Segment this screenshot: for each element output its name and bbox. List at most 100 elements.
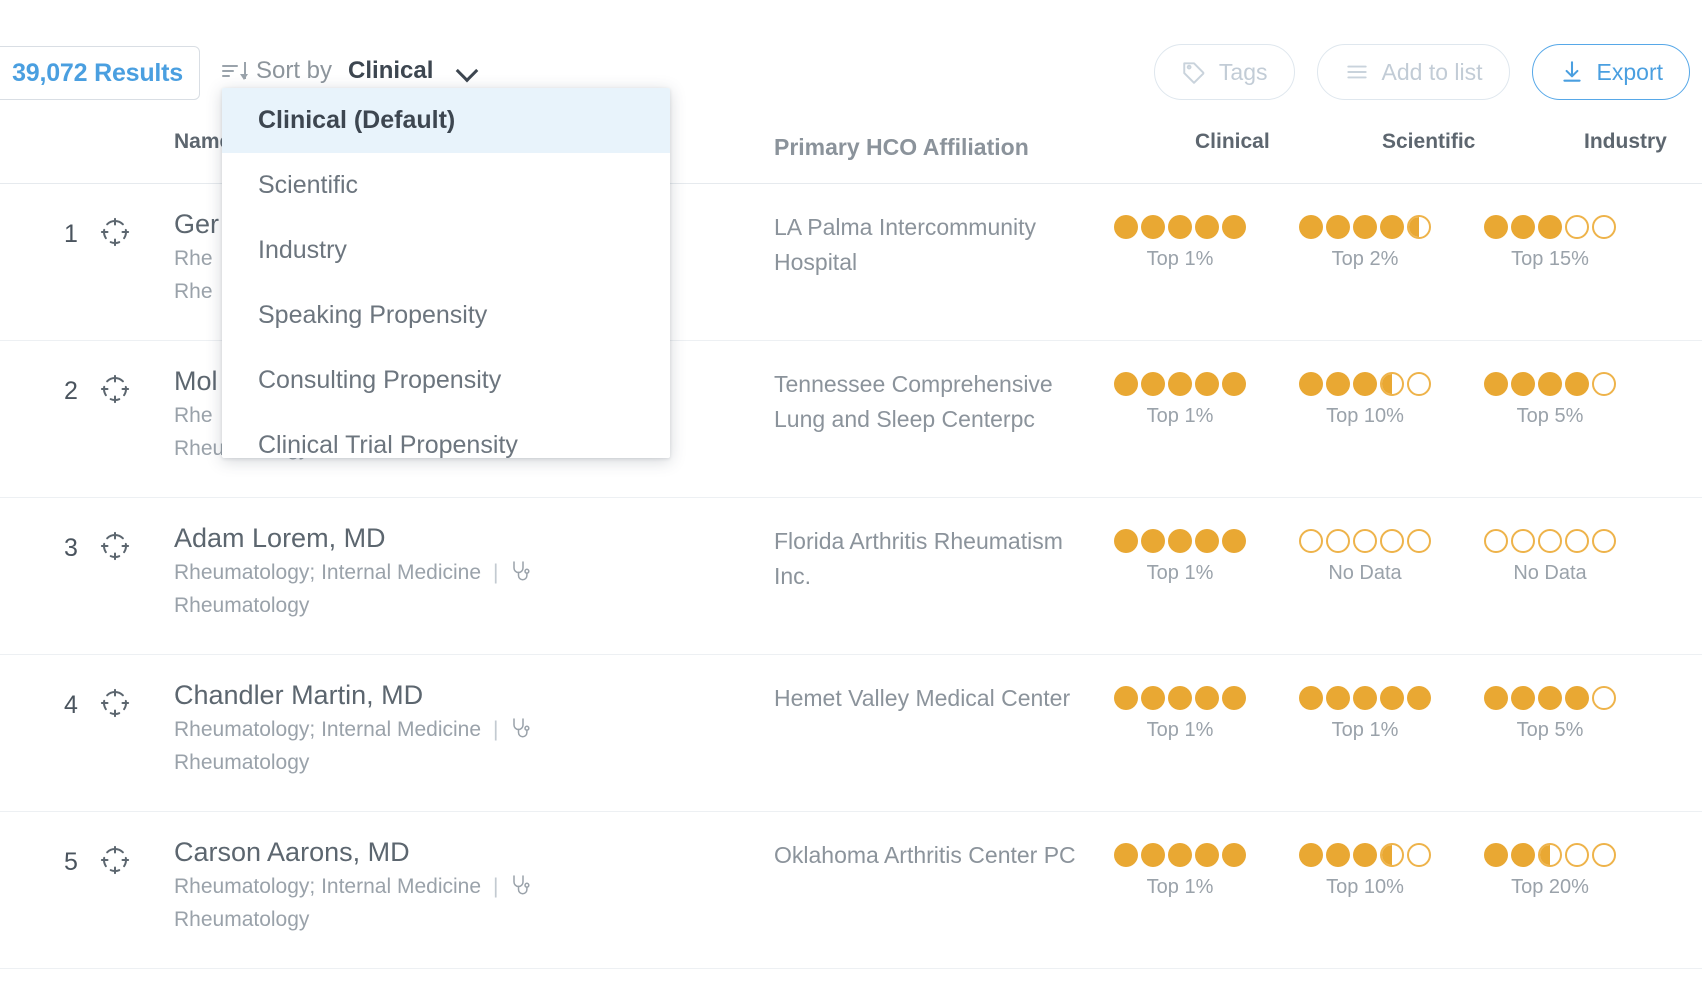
rating-dot (1168, 372, 1192, 396)
specialty-text: Rhe (174, 404, 213, 427)
target-icon[interactable] (100, 217, 130, 247)
export-button-label: Export (1596, 58, 1663, 85)
person-specialty-secondary: Rheumatology (174, 908, 310, 931)
rating-dot (1353, 372, 1377, 396)
column-header-hco[interactable]: Primary HCO Affiliation (774, 130, 1104, 165)
score-label-scientific: Top 10% (1326, 405, 1404, 427)
rating-dot (1592, 529, 1616, 553)
person-name[interactable]: Adam Lorem, MD (174, 520, 694, 556)
row-rank: 2 (64, 377, 78, 405)
sort-by-label: Sort by (256, 57, 333, 84)
rating-dot (1538, 215, 1562, 239)
target-icon[interactable] (100, 845, 130, 875)
rating-dot (1484, 215, 1508, 239)
hco-affiliation[interactable]: Oklahoma Arthritis Center PC (774, 838, 1104, 873)
rating-dots-scientific (1265, 685, 1465, 711)
add-to-list-button[interactable]: Add to list (1316, 44, 1510, 100)
rating-dot (1538, 686, 1562, 710)
sort-option-consulting-propensity[interactable]: Consulting Propensity (222, 348, 670, 413)
rating-dot (1407, 686, 1431, 710)
rating-dot (1380, 529, 1404, 553)
tags-button[interactable]: Tags (1153, 44, 1295, 100)
score-scientific: No Data (1265, 528, 1465, 585)
column-header-industry[interactable]: Industry (1584, 130, 1667, 154)
rating-dots-scientific (1265, 842, 1465, 868)
sort-by-control[interactable]: Sort by Clinical (222, 52, 479, 90)
person-name[interactable]: Chandler Martin, MD (174, 677, 694, 713)
rating-dot (1592, 843, 1616, 867)
score-industry: Top 15% (1450, 214, 1650, 271)
rating-dot (1326, 843, 1350, 867)
hco-affiliation[interactable]: Florida Arthritis Rheumatism Inc. (774, 524, 1104, 594)
rating-dot (1565, 843, 1589, 867)
column-header-clinical[interactable]: Clinical (1195, 130, 1270, 154)
rating-dot (1565, 372, 1589, 396)
sort-descending-icon (222, 61, 248, 81)
score-label-clinical: Top 1% (1146, 405, 1214, 427)
rating-dot (1538, 529, 1562, 553)
score-label-scientific: Top 1% (1331, 719, 1399, 741)
score-label-industry: Top 5% (1516, 405, 1584, 427)
sort-option-speaking-propensity[interactable]: Speaking Propensity (222, 283, 670, 348)
table-row[interactable]: 3 Adam Lorem, MD Rheumatology; Internal Me… (0, 498, 1702, 655)
rating-dot (1168, 529, 1192, 553)
rating-dots-clinical (1080, 685, 1280, 711)
target-icon[interactable] (100, 688, 130, 718)
rating-dot (1222, 686, 1246, 710)
score-scientific: Top 2% (1265, 214, 1465, 271)
rating-dot (1592, 215, 1616, 239)
rating-dot (1114, 215, 1138, 239)
target-icon[interactable] (100, 374, 130, 404)
list-icon (1344, 59, 1370, 85)
score-scientific: Top 10% (1265, 371, 1465, 428)
rating-dot (1299, 372, 1323, 396)
sort-by-dropdown-menu[interactable]: Clinical (Default) Scientific Industry Spea… (222, 88, 670, 458)
score-clinical: Top 1% (1080, 842, 1280, 899)
add-to-list-button-label: Add to list (1381, 58, 1483, 85)
column-header-scientific[interactable]: Scientific (1382, 130, 1475, 154)
rating-dots-industry (1450, 842, 1650, 868)
hco-affiliation[interactable]: Hemet Valley Medical Center (774, 681, 1104, 716)
hco-affiliation[interactable]: LA Palma Intercommunity Hospital (774, 210, 1104, 280)
rating-dot (1141, 686, 1165, 710)
sort-option-clinical-trial-propensity[interactable]: Clinical Trial Propensity (222, 413, 670, 458)
rating-dot (1407, 372, 1431, 396)
rating-dot (1407, 843, 1431, 867)
score-label-clinical: Top 1% (1146, 876, 1214, 898)
rating-dot (1353, 686, 1377, 710)
rating-dot (1195, 529, 1219, 553)
rating-dots-scientific (1265, 528, 1465, 554)
rating-dots-clinical (1080, 842, 1280, 868)
download-icon (1559, 59, 1585, 85)
person-cell: Chandler Martin, MD Rheumatology; Interna… (174, 677, 694, 779)
score-scientific: Top 1% (1265, 685, 1465, 742)
table-row[interactable]: 4 Chandler Martin, MD Rheumatology; Intern… (0, 655, 1702, 812)
sort-option-industry[interactable]: Industry (222, 218, 670, 283)
rating-dot (1511, 372, 1535, 396)
table-row[interactable]: 5 Carson Aarons, MD Rheumatology; Internal… (0, 812, 1702, 969)
score-clinical: Top 1% (1080, 214, 1280, 271)
sort-option-scientific[interactable]: Scientific (222, 153, 670, 218)
score-industry: Top 20% (1450, 842, 1650, 899)
export-button[interactable]: Export (1531, 44, 1690, 100)
rating-dot (1114, 529, 1138, 553)
score-label-industry: Top 20% (1511, 876, 1589, 898)
rating-dots-clinical (1080, 214, 1280, 240)
person-specialty-secondary: Rheumatology (174, 751, 310, 774)
rating-dot (1222, 843, 1246, 867)
row-rank: 4 (64, 691, 78, 719)
rating-dot (1511, 686, 1535, 710)
score-clinical: Top 1% (1080, 685, 1280, 742)
hco-affiliation[interactable]: Tennessee Comprehensive Lung and Sleep C… (774, 367, 1104, 437)
rating-dot (1222, 529, 1246, 553)
rating-dot (1168, 215, 1192, 239)
chevron-down-icon[interactable] (457, 60, 479, 82)
person-specialty: Rheumatology; Internal Medicine | (174, 870, 694, 903)
person-name[interactable]: Carson Aarons, MD (174, 834, 694, 870)
rating-dot (1538, 843, 1562, 867)
specialty-separator: | (493, 718, 499, 741)
rating-dots-clinical (1080, 371, 1280, 397)
specialty-separator: | (493, 561, 499, 584)
sort-option-clinical-default[interactable]: Clinical (Default) (222, 88, 670, 153)
target-icon[interactable] (100, 531, 130, 561)
